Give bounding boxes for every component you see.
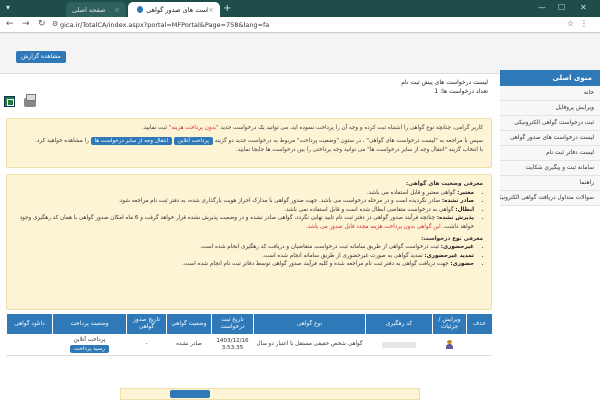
sidebar-heading: منوی اصلی: [500, 70, 600, 86]
url-field[interactable]: gica.ir/TotalCA/index.aspx?portal=MFPort…: [60, 19, 530, 31]
sidebar-item-complaints[interactable]: سامانه ثبت و پیگیری شکایت: [500, 161, 600, 176]
col-tracking: کد رهگیری: [365, 314, 432, 334]
edit-cell[interactable]: [432, 334, 466, 355]
bottom-button[interactable]: [170, 390, 210, 398]
list-item: صادر نشده: صادر نگردیده است و در مرحله د…: [15, 197, 474, 206]
status-legend-title: معرفی وضعیت های گواهی:: [405, 181, 483, 187]
address-bar: ← → ↻ ⚙ gica.ir/TotalCA/index.aspx?porta…: [0, 17, 600, 33]
minimize-icon[interactable]: —: [538, 3, 546, 12]
list-item: پذیرش نشده: چنانچه فرآیند صدور گواهی در …: [15, 214, 474, 231]
tab-cert-requests-title: لیست درخواست های صدور گواهی: [146, 5, 208, 14]
delete-cell[interactable]: [466, 334, 492, 355]
col-delete: حذف: [466, 314, 492, 334]
summary-title: لیست درخواست های پیش ثبت نام: [401, 79, 488, 86]
requests-table: دانلود گواهی وضعیت پرداخت تاریخ صدور گوا…: [6, 314, 492, 356]
reg-date-cell: 1403/12/16 3:53:35: [211, 334, 253, 355]
list-item: حضوری: جهت دریافت گواهی به دفتر ثبت نام …: [15, 260, 474, 269]
reload-icon[interactable]: ↻: [38, 19, 46, 29]
notice-line2-end: را مشاهده خواهید کرد.: [35, 138, 89, 144]
user-edit-icon[interactable]: [445, 340, 454, 349]
browser-toolbar-icons[interactable]: ☆⋮: [567, 19, 594, 28]
tracking-code-redacted: [382, 341, 416, 348]
col-pay-status: وضعیت پرداخت: [52, 314, 126, 334]
sidebar-item-offices[interactable]: لیست دفاتر ثبت نام: [500, 146, 600, 161]
col-download: دانلود گواهی: [6, 314, 52, 334]
sidebar-item-home[interactable]: خانه: [500, 86, 600, 101]
pay-status-text: پرداخت آنلاین: [73, 336, 106, 343]
main-area: لیست درخواست های پیش ثبت نام تعداد درخوا…: [0, 74, 498, 400]
notice-line1-end: ثبت نمایید.: [141, 125, 167, 131]
tab-home[interactable]: صفحه اصلی ×: [66, 2, 126, 17]
transfer-payment-sample-button: انتقال وجه از سایر درخواست ها: [90, 137, 173, 145]
list-item: معتبر: گواهی معتبر و قابل استفاده می باش…: [15, 189, 474, 198]
reg-time: 3:53:35: [221, 344, 244, 351]
cert-type-cell: گواهی شخص حقیقی مستقل با اعتبار دو سال: [253, 334, 365, 355]
list-item: تمدید غیرحضوری: تمدید گواهی به صورت غیرح…: [15, 252, 474, 261]
col-cert-type: نوع گواهی: [253, 314, 365, 334]
excel-export-icon[interactable]: [4, 96, 15, 107]
maximize-icon[interactable]: ☐: [558, 3, 565, 12]
sidebar-item-new-request[interactable]: ثبت درخواست گواهی الکترونیکی: [500, 116, 600, 131]
show-report-button[interactable]: مشاهده گزارش: [16, 51, 66, 63]
site-info-icon[interactable]: ⚙: [52, 20, 58, 28]
download-cell: [6, 334, 52, 355]
sidebar-item-faq[interactable]: سوالات متداول دریافت گواهی الکترونیکی: [500, 191, 600, 206]
notice-line3: با انتخاب گزینه "انتقال وجه از سایر درخو…: [235, 147, 483, 153]
issue-date-cell: -: [126, 334, 166, 355]
browser-tab-bar: ▾ صفحه اصلی × لیست درخواست های صدور گواه…: [0, 0, 600, 17]
reg-date: 1403/12/16: [216, 337, 249, 344]
tracking-cell: [365, 334, 432, 355]
close-icon[interactable]: ×: [114, 6, 120, 14]
list-item: ابطال: گواهی به درخواست متقاضی ابطال شده…: [15, 206, 474, 215]
notice-no-fee: "بدون پرداخت هزینه": [168, 125, 219, 131]
sidebar: منوی اصلی خانه ویرایش پروفایل ثبت درخواس…: [500, 70, 600, 400]
request-type-title: معرفی نوع درخواست:: [421, 235, 483, 242]
col-edit: ویرایش / جزئیات: [432, 314, 466, 334]
online-payment-sample-button: پرداخت آنلاین: [173, 137, 213, 145]
payment-notice: کاربر گرامی، چنانچه نوع گواهی را اشتباه …: [6, 118, 492, 168]
new-tab-icon[interactable]: +: [223, 3, 231, 14]
forward-icon[interactable]: →: [22, 19, 30, 29]
cert-status-cell: صادر نشده: [166, 334, 211, 355]
page-content: مشاهده گزارش لیست درخواست های پیش ثبت نا…: [0, 34, 600, 400]
notice-line2: سپس با مراجعه به "لیست درخواست های گواهی…: [214, 138, 483, 144]
payment-receipt-button[interactable]: رسید پرداخت: [70, 344, 109, 353]
notice-line1: کاربر گرامی، چنانچه نوع گواهی را اشتباه …: [220, 125, 483, 131]
pay-status-cell: پرداخت آنلاین رسید پرداخت: [52, 334, 126, 355]
window-close-icon[interactable]: ✕: [580, 3, 587, 12]
favicon-icon: [137, 6, 144, 13]
col-issue-date: تاریخ صدور گواهی: [126, 314, 166, 334]
status-legend: معرفی وضعیت های گواهی: معتبر: گواهی معتب…: [6, 174, 492, 310]
back-icon[interactable]: ←: [6, 19, 14, 29]
col-reg-date: تاریخ ثبت درخواست: [211, 314, 253, 334]
sidebar-item-help[interactable]: راهنما: [500, 176, 600, 191]
print-icon[interactable]: [24, 94, 36, 107]
list-item: غیرحضوری: ثبت درخواست گواهی از طریق ساما…: [15, 243, 474, 252]
summary-count: تعداد درخواست ها: 1: [434, 88, 488, 95]
tab-cert-requests[interactable]: لیست درخواست های صدور گواهی ×: [128, 2, 220, 17]
sidebar-item-edit-profile[interactable]: ویرایش پروفایل: [500, 101, 600, 116]
summary: لیست درخواست های پیش ثبت نام تعداد درخوا…: [401, 78, 488, 96]
table-row: پرداخت آنلاین رسید پرداخت - صادر نشده 14…: [6, 334, 492, 356]
top-strip: مشاهده گزارش: [0, 34, 600, 74]
tab-home-title: صفحه اصلی: [72, 5, 106, 14]
close-icon[interactable]: ×: [208, 6, 214, 14]
table-header: دانلود گواهی وضعیت پرداخت تاریخ صدور گوا…: [6, 314, 492, 334]
tab-menu-icon[interactable]: ▾: [6, 3, 10, 12]
bottom-notice: [120, 388, 420, 400]
sidebar-item-request-list[interactable]: لیست درخواست های صدور گواهی: [500, 131, 600, 146]
col-cert-status: وضعیت گواهی: [166, 314, 211, 334]
